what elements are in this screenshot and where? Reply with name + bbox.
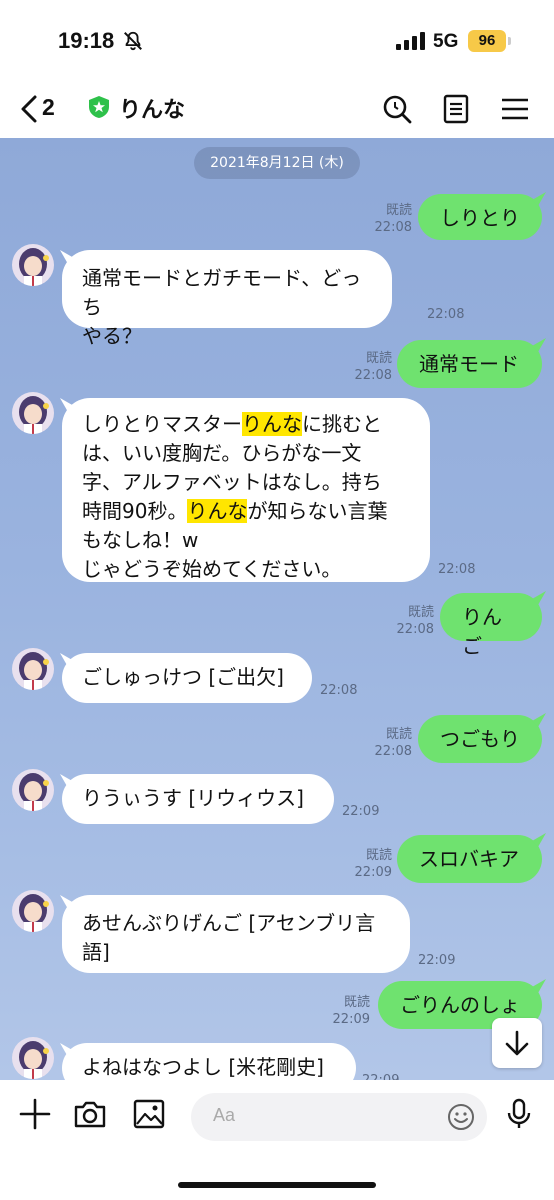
message-bubble-sent[interactable]: スロバキア (397, 835, 542, 883)
message-text-line: あせんぶりげんご [アセンブリ言 (82, 911, 376, 935)
read-receipt: 既読 22:09 (354, 848, 392, 880)
read-receipt: 既読 22:08 (396, 605, 434, 637)
contact-name[interactable]: りんな (119, 92, 185, 124)
message-bubble-sent[interactable]: りんご (440, 593, 542, 658)
avatar-image (12, 890, 54, 932)
message-text: しりとり (440, 206, 520, 230)
message-bubble-received[interactable]: あせんぶりげんご [アセンブリ言 語] (62, 895, 410, 973)
message-bubble-received[interactable]: 通常モードとガチモード、どっち やる？ (62, 250, 392, 348)
bubble-tail (532, 713, 546, 727)
message-bubble-received[interactable]: よねはなつよし [米花剛史] (62, 1043, 356, 1080)
message-text-line: 字、アルファベットはなし。持ち (82, 470, 382, 494)
bubble-tail (60, 774, 74, 788)
plus-icon[interactable] (18, 1097, 52, 1131)
chat-header: 2 りんな (0, 80, 554, 138)
emoji-icon[interactable] (447, 1103, 475, 1131)
status-bar: 19:18 5G 96 (0, 0, 554, 80)
highlighted-name: りんな (187, 499, 248, 523)
message-text-line: 通常モードとガチモード、どっち (82, 266, 362, 319)
read-receipt: 既読 22:08 (374, 727, 412, 759)
bubble-tail (532, 338, 546, 352)
date-separator: 2021年8月12日 (木) (194, 147, 360, 179)
verified-shield-icon (89, 96, 109, 118)
read-receipt: 既読 22:09 (332, 995, 370, 1027)
read-receipt: 既読 22:08 (354, 351, 392, 383)
avatar-image (12, 392, 54, 434)
arrow-down-icon (505, 1030, 529, 1056)
battery-icon: 96 (468, 30, 506, 52)
chat-area[interactable]: 2021年8月12日 (木) 既読 22:08 しりとり 通常モードとガチモード、… (0, 138, 554, 1080)
home-indicator (178, 1182, 376, 1188)
message-bubble-received[interactable]: りうぃうす [リウィウス] (62, 774, 334, 824)
network-type: 5G (433, 31, 459, 52)
message-text-segment: に挑むと (302, 412, 382, 436)
message-text-line: もなしね！w (82, 528, 199, 552)
scroll-to-bottom-button[interactable] (492, 1018, 542, 1068)
avatar-image (12, 648, 54, 690)
message-text: つごもり (440, 727, 520, 751)
avatar-image (12, 244, 54, 286)
bubble-tail (60, 895, 74, 909)
bubble-tail (532, 833, 546, 847)
message-bubble-sent[interactable]: しりとり (418, 194, 542, 240)
message-text: りうぃうす [リウィウス] (82, 786, 304, 810)
message-time: 22:08 (320, 683, 358, 698)
signal-icon (396, 32, 425, 50)
menu-icon[interactable] (499, 93, 531, 125)
status-time: 19:18 (58, 28, 115, 53)
message-bubble-sent[interactable]: 通常モード (397, 340, 542, 388)
message-text-line: やる？ (82, 324, 142, 348)
message-time: 22:08 (427, 307, 465, 322)
back-unread-count[interactable]: 2 (42, 94, 55, 121)
bubble-tail (60, 398, 74, 412)
bubble-tail (60, 653, 74, 667)
avatar[interactable] (12, 244, 54, 286)
bubble-tail (532, 192, 546, 206)
avatar-image (12, 1037, 54, 1079)
avatar[interactable] (12, 890, 54, 932)
notes-icon[interactable] (440, 93, 472, 125)
bubble-tail (60, 250, 74, 264)
bubble-tail (60, 1043, 74, 1057)
bell-muted-icon (124, 31, 142, 51)
avatar[interactable] (12, 392, 54, 434)
message-time: 22:09 (342, 804, 380, 819)
message-text-line: 語] (82, 940, 110, 964)
avatar[interactable] (12, 1037, 54, 1079)
message-bubble-received[interactable]: ごしゅっけつ [ご出欠] (62, 653, 312, 703)
microphone-icon[interactable] (502, 1097, 536, 1131)
message-input-placeholder: Aa (213, 1105, 236, 1125)
battery-tip (508, 37, 511, 45)
message-time: 22:09 (362, 1072, 399, 1080)
message-bubble-received[interactable]: しりとりマスターりんなに挑むと は、いい度胸だ。ひらがな一文 字、アルファベット… (62, 398, 430, 582)
message-composer: Aa (0, 1080, 554, 1200)
message-text: スロバキア (419, 847, 519, 871)
message-text: りんご (462, 605, 502, 658)
message-time: 22:08 (438, 562, 476, 577)
message-input[interactable]: Aa (191, 1093, 487, 1141)
message-bubble-sent[interactable]: つごもり (418, 715, 542, 763)
message-text-line: は、いい度胸だ。ひらがな一文 (82, 441, 362, 465)
read-receipt: 既読 22:08 (374, 203, 412, 235)
bubble-tail (532, 591, 546, 605)
search-icon[interactable] (381, 93, 413, 125)
highlighted-name: りんな (242, 412, 302, 436)
bubble-tail (532, 979, 546, 993)
camera-icon[interactable] (73, 1097, 107, 1131)
message-text-segment: が知らない言葉 (247, 499, 388, 523)
avatar[interactable] (12, 648, 54, 690)
message-text: ごりんのしょ (400, 993, 520, 1017)
message-text-segment: 時間90秒。 (82, 499, 188, 523)
message-text-segment: しりとりマスター (82, 412, 242, 436)
avatar-image (12, 769, 54, 811)
avatar[interactable] (12, 769, 54, 811)
message-text: 通常モード (419, 352, 519, 376)
message-text: ごしゅっけつ [ご出欠] (82, 665, 284, 689)
message-text-line: じゃどうぞ始めてください。 (82, 557, 342, 581)
image-icon[interactable] (132, 1097, 166, 1131)
message-time: 22:09 (418, 953, 456, 968)
message-text: よねはなつよし [米花剛史] (82, 1055, 324, 1079)
